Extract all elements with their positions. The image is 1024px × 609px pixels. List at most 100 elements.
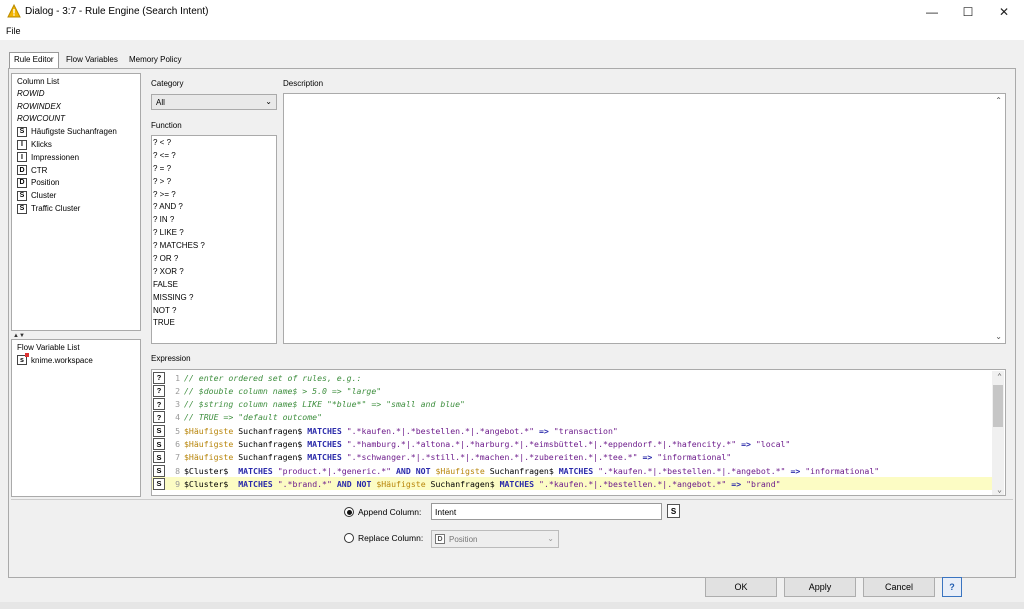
expression-editor[interactable]: ? 1 // enter ordered set of rules, e.g.:? 2… xyxy=(151,369,1006,496)
function-item[interactable]: ? XOR ? xyxy=(152,267,276,280)
menu-bar xyxy=(0,24,1024,40)
expression-line[interactable]: S 5 $Häufigste Suchanfragen$ MATCHES ".*ka… xyxy=(152,424,992,437)
expression-text: $Häufigste Suchanfragen$ MATCHES ".*hamb… xyxy=(184,439,791,449)
scroll-down-icon[interactable]: ⌄ xyxy=(997,485,1002,494)
maximize-icon: ☐ xyxy=(962,5,974,19)
expression-text: // $string column name$ LIKE "*blue*" =>… xyxy=(184,399,465,410)
replace-column-radio[interactable] xyxy=(344,533,354,543)
tab-memory-policy[interactable]: Memory Policy xyxy=(125,53,185,68)
apply-button[interactable]: Apply xyxy=(784,577,856,597)
append-column-input[interactable]: Intent xyxy=(431,503,662,520)
string-type-icon: S xyxy=(153,464,165,477)
column-list: Column List ROWID ROWINDEX ROWCOUNT S Häufig… xyxy=(11,73,141,331)
function-item[interactable]: TRUE xyxy=(152,318,276,331)
function-item[interactable]: ? < ? xyxy=(152,138,276,151)
flow-variable-list-title: Flow Variable List xyxy=(17,343,80,352)
close-button[interactable]: ✕ xyxy=(984,0,1024,24)
expression-line[interactable]: S 7 $Häufigste Suchanfragen$ MATCHES ".*sc… xyxy=(152,451,992,464)
expression-line[interactable]: ? 4 // TRUE => "default outcome" xyxy=(152,411,992,424)
column-list-item[interactable]: D CTR xyxy=(12,164,140,177)
minimize-button[interactable]: — xyxy=(912,0,952,24)
line-number: 8 xyxy=(175,465,180,476)
expression-text: // enter ordered set of rules, e.g.: xyxy=(184,372,362,383)
flow-variable-marker-icon xyxy=(25,353,29,358)
column-list-item[interactable]: S Cluster xyxy=(12,189,140,202)
expression-label: Expression xyxy=(151,354,191,363)
expression-line[interactable]: S 6 $Häufigste Suchanfragen$ MATCHES ".*ha… xyxy=(152,438,992,451)
line-number: 7 xyxy=(175,452,180,463)
function-item[interactable]: ? OR ? xyxy=(152,254,276,267)
function-item[interactable]: ? MATCHES ? xyxy=(152,241,276,254)
function-item[interactable]: ? IN ? xyxy=(152,215,276,228)
description-panel: ⌃ ⌄ xyxy=(283,93,1006,344)
column-name: Klicks xyxy=(31,140,52,150)
column-list-item[interactable]: ROWCOUNT xyxy=(12,113,140,126)
scroll-down-icon[interactable]: ⌄ xyxy=(995,332,1002,341)
tab-rule-editor[interactable]: Rule Editor xyxy=(9,52,59,68)
expression-text: // $double column name$ > 5.0 => "large" xyxy=(184,385,382,396)
expression-text: $Cluster$ MATCHES "product.*|.*generic.*… xyxy=(184,465,880,476)
column-list-item[interactable]: D Position xyxy=(12,177,140,190)
function-item[interactable]: ? > ? xyxy=(152,177,276,190)
string-type-icon[interactable]: S xyxy=(667,504,680,518)
expression-text: $Häufigste Suchanfragen$ MATCHES ".*schw… xyxy=(184,452,732,463)
flow-variable-item[interactable]: s knime.workspace xyxy=(12,353,140,367)
unknown-type-icon: ? xyxy=(153,411,165,424)
chevron-down-icon: ⌄ xyxy=(265,97,272,106)
append-column-label: Append Column: xyxy=(358,507,422,517)
function-item[interactable]: ? <= ? xyxy=(152,151,276,164)
flow-variable-type-icon: s xyxy=(17,353,29,366)
column-name: Position xyxy=(31,178,60,188)
column-list-item[interactable]: S Häufigste Suchanfragen xyxy=(12,125,140,138)
column-list-item[interactable]: ROWINDEX xyxy=(12,100,140,113)
column-list-item[interactable]: I Impressionen xyxy=(12,151,140,164)
scroll-up-icon[interactable]: ⌃ xyxy=(997,372,1002,381)
expression-scrollbar-thumb[interactable] xyxy=(993,385,1003,427)
expression-line[interactable]: ? 1 // enter ordered set of rules, e.g.: xyxy=(152,371,992,384)
menu-file[interactable]: File xyxy=(6,26,21,36)
expression-line[interactable]: ? 3 // $string column name$ LIKE "*blue*" … xyxy=(152,398,992,411)
maximize-button[interactable]: ☐ xyxy=(948,0,988,24)
function-item[interactable]: FALSE xyxy=(152,280,276,293)
column-type-icon: S xyxy=(17,190,27,201)
function-item[interactable]: ? AND ? xyxy=(152,202,276,215)
function-item[interactable]: NOT ? xyxy=(152,306,276,319)
replace-column-select[interactable]: D Position ⌄ xyxy=(431,530,559,548)
unknown-type-icon: ? xyxy=(153,371,165,384)
help-button[interactable]: ? xyxy=(942,577,962,597)
double-type-icon: D xyxy=(435,534,445,544)
column-name: Häufigste Suchanfragen xyxy=(31,127,117,137)
close-icon: ✕ xyxy=(998,5,1010,19)
column-type-icon: D xyxy=(17,165,27,176)
cancel-button[interactable]: Cancel xyxy=(863,577,935,597)
category-select[interactable]: All ⌄ xyxy=(151,94,277,110)
function-label: Function xyxy=(151,121,182,130)
ok-button[interactable]: OK xyxy=(705,577,777,597)
function-item[interactable]: ? = ? xyxy=(152,164,276,177)
window-title: Dialog - 3:7 - Rule Engine (Search Inten… xyxy=(25,6,209,17)
function-list: ? < ?? <= ?? = ?? > ?? >= ?? AND ?? IN ?… xyxy=(151,135,277,344)
expression-line[interactable]: ? 2 // $double column name$ > 5.0 => "larg… xyxy=(152,384,992,397)
category-value: All xyxy=(156,98,165,107)
function-item[interactable]: MISSING ? xyxy=(152,293,276,306)
append-column-radio[interactable] xyxy=(344,507,354,517)
function-item[interactable]: ? >= ? xyxy=(152,190,276,203)
column-name: ROWINDEX xyxy=(17,101,61,111)
column-list-item[interactable]: S Traffic Cluster xyxy=(12,202,140,215)
expression-text: // TRUE => "default outcome" xyxy=(184,412,323,423)
flow-variable-list: Flow Variable List s knime.workspace xyxy=(11,339,141,497)
expression-line[interactable]: S 9 $Cluster$ MATCHES ".*brand.*" AND NOT … xyxy=(152,477,992,491)
chevron-down-icon: ⌄ xyxy=(547,534,554,543)
tab-flow-variables[interactable]: Flow Variables xyxy=(62,53,122,68)
function-item[interactable]: ? LIKE ? xyxy=(152,228,276,241)
expression-line[interactable]: S 8 $Cluster$ MATCHES "product.*|.*generic… xyxy=(152,464,992,477)
string-type-icon: S xyxy=(153,451,165,464)
column-list-item[interactable]: I Klicks xyxy=(12,138,140,151)
scroll-up-icon[interactable]: ⌃ xyxy=(995,96,1002,105)
status-strip xyxy=(0,602,1024,609)
radio-selected-dot xyxy=(346,509,352,515)
expression-text: $Cluster$ MATCHES ".*brand.*" AND NOT $H… xyxy=(184,478,781,489)
column-type-icon: D xyxy=(17,177,27,188)
category-label: Category xyxy=(151,79,184,88)
column-list-item[interactable]: ROWID xyxy=(12,87,140,100)
